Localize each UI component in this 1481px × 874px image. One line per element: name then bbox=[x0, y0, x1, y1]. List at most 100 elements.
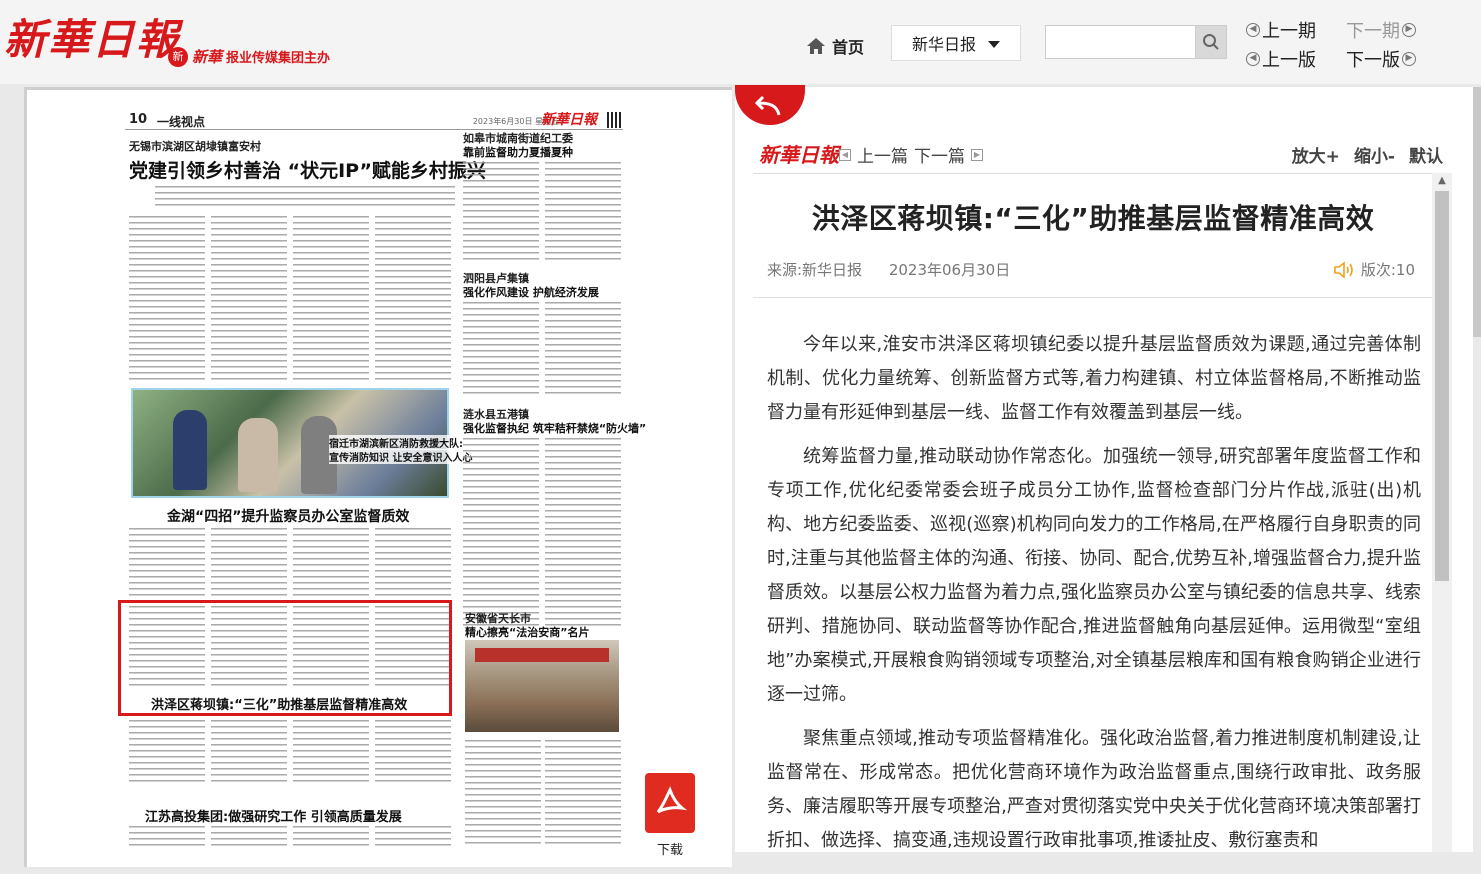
chevron-left-icon: ◀ bbox=[839, 148, 851, 161]
body-text-block bbox=[375, 826, 451, 850]
article-nav: ◀ 上一篇 下一篇 ▶ bbox=[839, 142, 983, 167]
page-section: 一线视点 bbox=[157, 115, 206, 129]
body-text-block bbox=[293, 216, 369, 384]
chevron-right-icon: ▶ bbox=[1402, 23, 1416, 37]
next-issue-label: 下一期 bbox=[1346, 21, 1400, 42]
lead-headline[interactable]: 党建引领乡村善治 “状元IP”赋能乡村振兴 bbox=[129, 156, 486, 183]
article-scroll-area[interactable]: 洪泽区蒋坝镇:“三化”助推基层监督精准高效 来源:新华日报 2023年06月30… bbox=[753, 173, 1433, 852]
pdf-download-button[interactable]: 下载 bbox=[645, 773, 695, 858]
search-button[interactable] bbox=[1195, 25, 1227, 59]
zoom-in-button[interactable]: 放大+ bbox=[1292, 142, 1340, 167]
body-text-block bbox=[545, 162, 621, 262]
article-source: 来源:新华日报 bbox=[767, 261, 863, 279]
page-masthead: 新華日報 bbox=[541, 112, 597, 128]
group-emblem-icon: 新 bbox=[168, 46, 188, 67]
qr-code-icon bbox=[607, 112, 623, 128]
body-text-block bbox=[211, 826, 287, 850]
next-page-label: 下一版 bbox=[1346, 50, 1400, 71]
zoom-controls: 放大+ 缩小- 默认 bbox=[1292, 142, 1443, 167]
mid-headline[interactable]: 金湖“四招”提升监察员办公室监督质效 bbox=[167, 506, 409, 526]
photo-figure bbox=[238, 418, 278, 492]
scroll-up-arrow-icon[interactable]: ▲ bbox=[1432, 173, 1452, 189]
newspaper-page: 10 一线视点 2023年6月30日 星期五 新華日報 无锡市滨湖区胡埭镇富安村… bbox=[125, 110, 646, 852]
article-meta: 来源:新华日报 2023年06月30日 版次:10 bbox=[753, 259, 1433, 285]
prev-page-link[interactable]: ◀ 上一版 bbox=[1246, 46, 1316, 72]
paper-select-value: 新华日报 bbox=[912, 35, 977, 54]
group-brand: 新華 bbox=[192, 48, 223, 66]
back-arrow-icon bbox=[755, 95, 781, 116]
search-input[interactable] bbox=[1045, 25, 1195, 59]
article-paragraph: 今年以来,淮安市洪泽区蒋坝镇纪委以提升基层监督质效为课题,通过完善体制机制、优化… bbox=[767, 334, 1421, 423]
lead-summary-text bbox=[155, 186, 455, 208]
meta-divider bbox=[753, 297, 1433, 298]
body-text-block bbox=[463, 302, 539, 396]
next-issue-link[interactable]: 下一期 ▶ bbox=[1346, 17, 1416, 43]
right-headline-3[interactable]: 强化监督执纪 筑牢秸秆禁烧“防火墙” bbox=[463, 420, 646, 436]
chevron-right-icon: ▶ bbox=[1402, 52, 1416, 66]
body-text-block bbox=[293, 714, 369, 784]
scrollbar-thumb[interactable] bbox=[1435, 191, 1449, 581]
right-headline-2[interactable]: 强化作风建设 护航经济发展 bbox=[463, 284, 599, 300]
body-text-block bbox=[211, 216, 287, 384]
page-header: 10 一线视点 2023年6月30日 星期五 新華日報 bbox=[125, 112, 623, 130]
next-page-link[interactable]: 下一版 ▶ bbox=[1346, 46, 1416, 72]
site-header: 新華日報 新 新華 报业传媒集团主办 首页 新华日报 ◀ 上一期 下一期 ▶ ◀… bbox=[0, 0, 1481, 84]
site-logo[interactable]: 新華日報 bbox=[4, 6, 180, 67]
chevron-left-icon: ◀ bbox=[1246, 52, 1260, 66]
photo-caption-line1: 宿迁市湖滨新区消防救援大队: bbox=[329, 435, 463, 450]
search-icon bbox=[1203, 34, 1219, 50]
photo-figure bbox=[173, 410, 207, 490]
article-page: 版次:10 bbox=[1360, 261, 1415, 279]
zoom-default-button[interactable]: 默认 bbox=[1409, 142, 1443, 167]
article-date: 2023年06月30日 bbox=[888, 261, 1011, 279]
pdf-icon bbox=[645, 773, 695, 833]
search-box bbox=[1045, 25, 1227, 59]
lead-kicker: 无锡市滨湖区胡埭镇富安村 bbox=[129, 140, 261, 153]
page-scrollbar-thumb[interactable] bbox=[1473, 87, 1481, 337]
bottom-headline[interactable]: 江苏高投集团:做强研究工作 引领高质量发展 bbox=[145, 806, 402, 825]
article-paragraph: 聚焦重点领域,推动专项监督精准化。强化政治监督,着力推进制度机制建设,让监督常在… bbox=[767, 728, 1421, 851]
body-text-block bbox=[375, 714, 451, 784]
prev-page-label: 上一版 bbox=[1262, 50, 1316, 71]
right-headline-1[interactable]: 靠前监督助力夏播夏种 bbox=[463, 144, 573, 160]
article-scrollbar[interactable]: ▲ bbox=[1432, 173, 1452, 852]
prev-issue-link[interactable]: ◀ 上一期 bbox=[1246, 17, 1316, 43]
chevron-left-icon: ◀ bbox=[1246, 23, 1260, 37]
photo-banner bbox=[475, 648, 609, 662]
article-panel: 新華日報 ◀ 上一篇 下一篇 ▶ 放大+ 缩小- 默认 洪泽区蒋坝镇:“三化”助… bbox=[735, 85, 1473, 852]
selected-article-highlight[interactable] bbox=[118, 600, 452, 716]
newspaper-frame: 10 一线视点 2023年6月30日 星期五 新華日報 无锡市滨湖区胡埭镇富安村… bbox=[24, 87, 732, 867]
group-host-line: 新 新華 报业传媒集团主办 bbox=[168, 46, 330, 67]
chevron-right-icon: ▶ bbox=[971, 148, 983, 161]
download-label: 下载 bbox=[656, 843, 683, 858]
body-text-block bbox=[465, 740, 541, 846]
body-text-block bbox=[463, 162, 539, 262]
panel-logo: 新華日報 bbox=[759, 143, 839, 167]
next-article-link[interactable]: 下一篇 bbox=[914, 142, 965, 167]
meeting-photo[interactable] bbox=[465, 640, 619, 732]
home-label: 首页 bbox=[832, 38, 865, 57]
body-text-block bbox=[463, 438, 539, 628]
body-text-block bbox=[545, 302, 621, 396]
article-paragraph: 统筹监督力量,推动联动协作常态化。加强统一领导,研究部署年度监督工作和专项工作,… bbox=[767, 446, 1421, 705]
home-link[interactable]: 首页 bbox=[806, 34, 864, 58]
body-text-block bbox=[545, 438, 621, 628]
body-text-block bbox=[129, 826, 205, 850]
home-icon bbox=[807, 38, 825, 54]
group-host-text: 报业传媒集团主办 bbox=[226, 51, 331, 66]
body-text-block bbox=[129, 216, 205, 384]
article-title: 洪泽区蒋坝镇:“三化”助推基层监督精准高效 bbox=[811, 202, 1375, 235]
right-headline-4[interactable]: 精心擦亮“法治安商”名片 bbox=[465, 624, 589, 640]
paper-select[interactable]: 新华日报 bbox=[891, 25, 1021, 61]
body-text-block bbox=[293, 826, 369, 850]
page-number: 10 bbox=[129, 112, 148, 127]
zoom-out-button[interactable]: 缩小- bbox=[1354, 142, 1395, 167]
photo-caption-line2: 宣传消防知识 让安全意识入人心 bbox=[329, 449, 473, 464]
back-button[interactable] bbox=[735, 85, 805, 125]
body-text-block bbox=[129, 714, 205, 784]
body-text-block bbox=[211, 714, 287, 784]
body-text-block bbox=[545, 740, 621, 846]
chevron-down-icon bbox=[988, 41, 1000, 48]
speaker-icon[interactable] bbox=[1333, 260, 1355, 279]
prev-article-link[interactable]: 上一篇 bbox=[857, 142, 908, 167]
